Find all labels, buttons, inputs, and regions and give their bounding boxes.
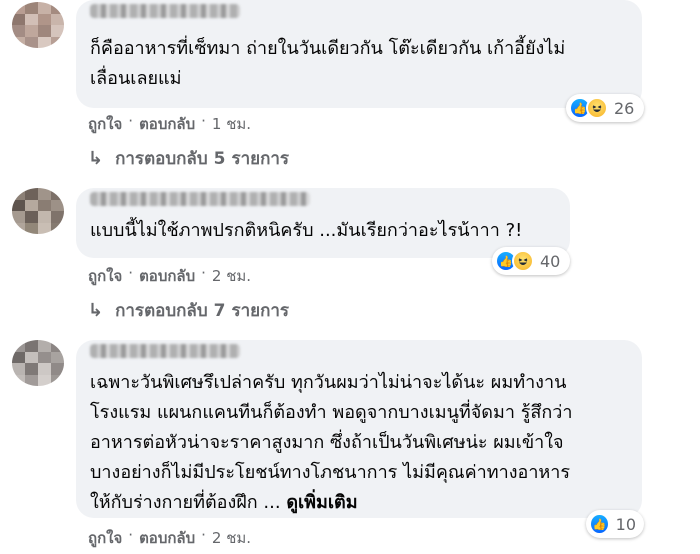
separator: · (201, 526, 206, 544)
view-replies-link[interactable]: ↳ การตอบกลับ 7 รายการ (88, 297, 289, 324)
author-name-redacted[interactable] (90, 4, 240, 18)
comment-text: เฉพาะวันพิเศษรึเปล่าครับ ทุกวันผมว่าไม่น… (90, 368, 572, 518)
avatar[interactable] (12, 188, 64, 234)
reaction-summary[interactable]: 👍 26 (566, 94, 644, 122)
comment-text: แบบนี้ไม่ใช้ภาพปรกติหนิครับ ...มันเรียกว… (90, 220, 523, 241)
author-name-redacted[interactable] (90, 344, 240, 358)
comment-bubble: แบบนี้ไม่ใช้ภาพปรกติหนิครับ ...มันเรียกว… (76, 188, 570, 258)
reaction-count: 10 (615, 514, 636, 534)
separator: · (201, 264, 206, 282)
author-name-redacted[interactable] (90, 192, 310, 206)
reaction-count: 40 (540, 251, 561, 271)
timestamp[interactable]: 2 ชม. (212, 264, 251, 288)
replies-count: 5 (213, 148, 226, 169)
like-button[interactable]: ถูกใจ (88, 112, 122, 136)
reply-button[interactable]: ตอบกลับ (139, 264, 195, 288)
avatar[interactable] (12, 2, 64, 48)
reply-button[interactable]: ตอบกลับ (139, 526, 195, 550)
haha-icon (512, 250, 534, 272)
separator: · (128, 264, 134, 282)
reaction-summary[interactable]: 👍 10 (586, 510, 644, 538)
comment-bubble: เฉพาะวันพิเศษรึเปล่าครับ ทุกวันผมว่าไม่น… (76, 340, 642, 518)
comment-text: ก็คืออาหารที่เซ็ทมา ถ่ายในวันเดียวกัน โต… (90, 38, 566, 89)
separator: · (201, 112, 206, 130)
comment-bubble: ก็คืออาหารที่เซ็ทมา ถ่ายในวันเดียวกัน โต… (76, 0, 642, 108)
comment-actions: ถูกใจ · ตอบกลับ · 1 ชม. (88, 112, 251, 136)
comment-actions: ถูกใจ · ตอบกลับ · 2 ชม. (88, 264, 251, 288)
like-button[interactable]: ถูกใจ (88, 264, 122, 288)
like-button[interactable]: ถูกใจ (88, 526, 122, 550)
separator: · (128, 112, 134, 130)
timestamp[interactable]: 1 ชม. (212, 112, 251, 136)
see-more-link[interactable]: ดูเพิ่มเติม (286, 492, 357, 513)
replies-label: การตอบกลับ (115, 149, 208, 169)
reaction-summary[interactable]: 👍 40 (492, 247, 570, 275)
replies-label: การตอบกลับ (115, 301, 208, 321)
replies-unit: รายการ (231, 301, 290, 321)
avatar[interactable] (12, 340, 64, 386)
reaction-count: 26 (614, 98, 635, 118)
timestamp[interactable]: 2 ชม. (212, 526, 251, 550)
view-replies-link[interactable]: ↳ การตอบกลับ 5 รายการ (88, 145, 289, 172)
reply-arrow-icon: ↳ (88, 148, 104, 169)
separator: · (128, 526, 134, 544)
comment-actions: ถูกใจ · ตอบกลับ · 2 ชม. (88, 526, 251, 550)
reply-button[interactable]: ตอบกลับ (139, 112, 195, 136)
haha-icon (586, 97, 608, 119)
replies-unit: รายการ (231, 149, 290, 169)
reply-arrow-icon: ↳ (88, 300, 104, 321)
replies-count: 7 (213, 300, 226, 321)
like-icon: 👍 (589, 513, 610, 535)
